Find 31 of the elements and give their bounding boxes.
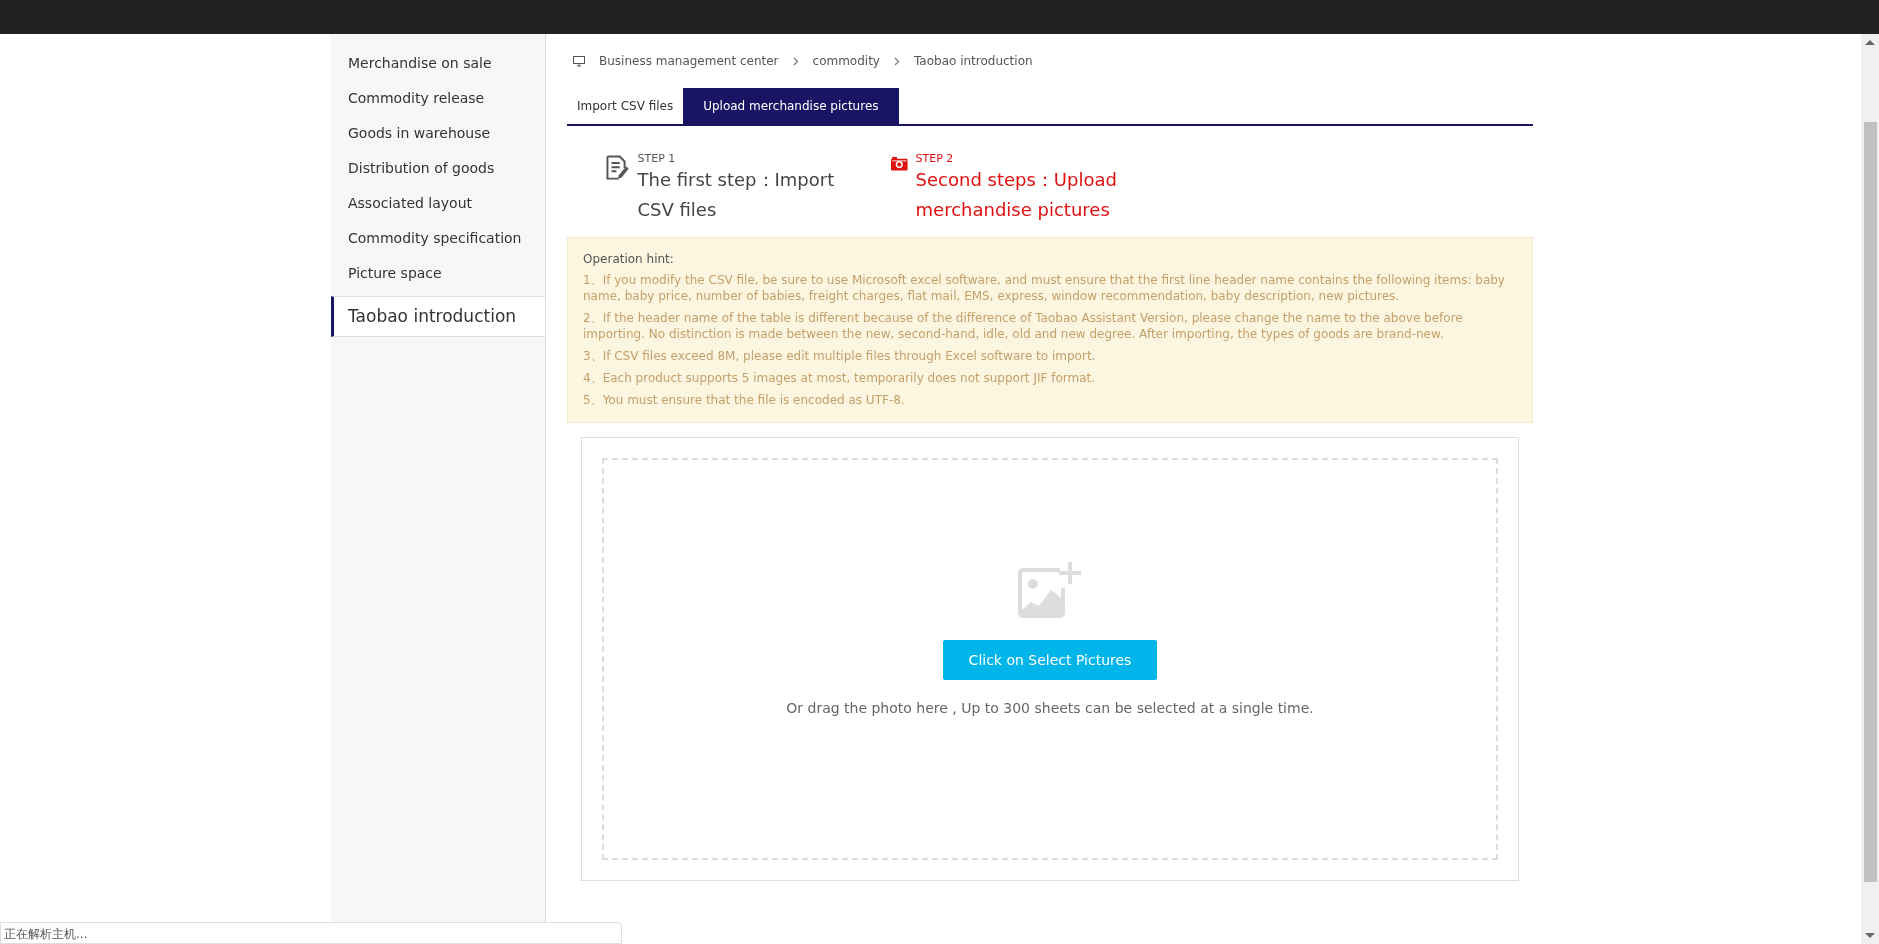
drop-zone[interactable]: Click on Select Pictures Or drag the photo here , Up to 300 sheets can be selected at a single time.: [602, 458, 1498, 860]
monitor-icon: [573, 55, 585, 67]
tab[interactable]: Import CSV files: [567, 88, 684, 124]
sidebar-item[interactable]: Merchandise on sale: [331, 46, 545, 81]
hint-text: 3、If CSV files exceed 8M, please edit multiple files through Excel software to import.: [583, 348, 1097, 364]
sidebar-item[interactable]: Goods in warehouse: [331, 116, 545, 151]
hint-text: 4、Each product supports 5 images at most, temporarily does not support JIF format.: [583, 370, 1097, 386]
upload-hint: Or drag the photo here , Up to 300 sheets can be selected at a single time.: [786, 700, 1314, 718]
hint-text: 2、If the header name of the table is different because of the difference of Taobao Assistant Version, please change the name to the above before importing. No distinction is made between the new, second-hand, idle, old and new degree. After importing, the types of goods are brand-new.: [583, 310, 1464, 342]
status-bar: 正在解析主机...: [0, 922, 622, 944]
add-image-icon: [1018, 562, 1082, 618]
sidebar-item[interactable]: Distribution of goods: [331, 151, 545, 186]
step-label: STEP 2: [915, 152, 955, 165]
sidebar-item[interactable]: Taobao introduction: [331, 296, 545, 337]
step-label: STEP 1: [637, 152, 677, 165]
sidebar-item[interactable]: Commodity specification: [331, 221, 545, 256]
breadcrumb-link[interactable]: Business management center: [599, 54, 779, 68]
breadcrumb-link[interactable]: commodity: [812, 54, 880, 68]
hint-title: Operation hint:: [583, 252, 675, 266]
sidebar-item[interactable]: Associated layout: [331, 186, 545, 221]
sidebar-item[interactable]: Picture space: [331, 256, 545, 291]
chevron-icon: [893, 56, 900, 66]
step-title: The first step：Import CSV files: [637, 168, 836, 222]
chevron-icon: [792, 56, 799, 66]
hint-text: 1、If you modify the CSV file, be sure to use Microsoft excel software, and must ensure that the first line header name contains the following items: baby name, baby price, number of babies, freight charges, flat mail, EMS, express, window recommendation, baby description, new pictures.: [583, 272, 1506, 304]
tab[interactable]: Upload merchandise pictures: [683, 88, 899, 124]
sidebar-item[interactable]: Commodity release: [331, 81, 545, 116]
breadcrumb-link[interactable]: Taobao introduction: [913, 54, 1033, 68]
step-title: Second steps：Upload merchandise pictures: [915, 168, 1118, 222]
scrollbar[interactable]: [1861, 34, 1879, 944]
hint-text: 5、You must ensure that the file is encoded as UTF-8.: [583, 392, 906, 408]
